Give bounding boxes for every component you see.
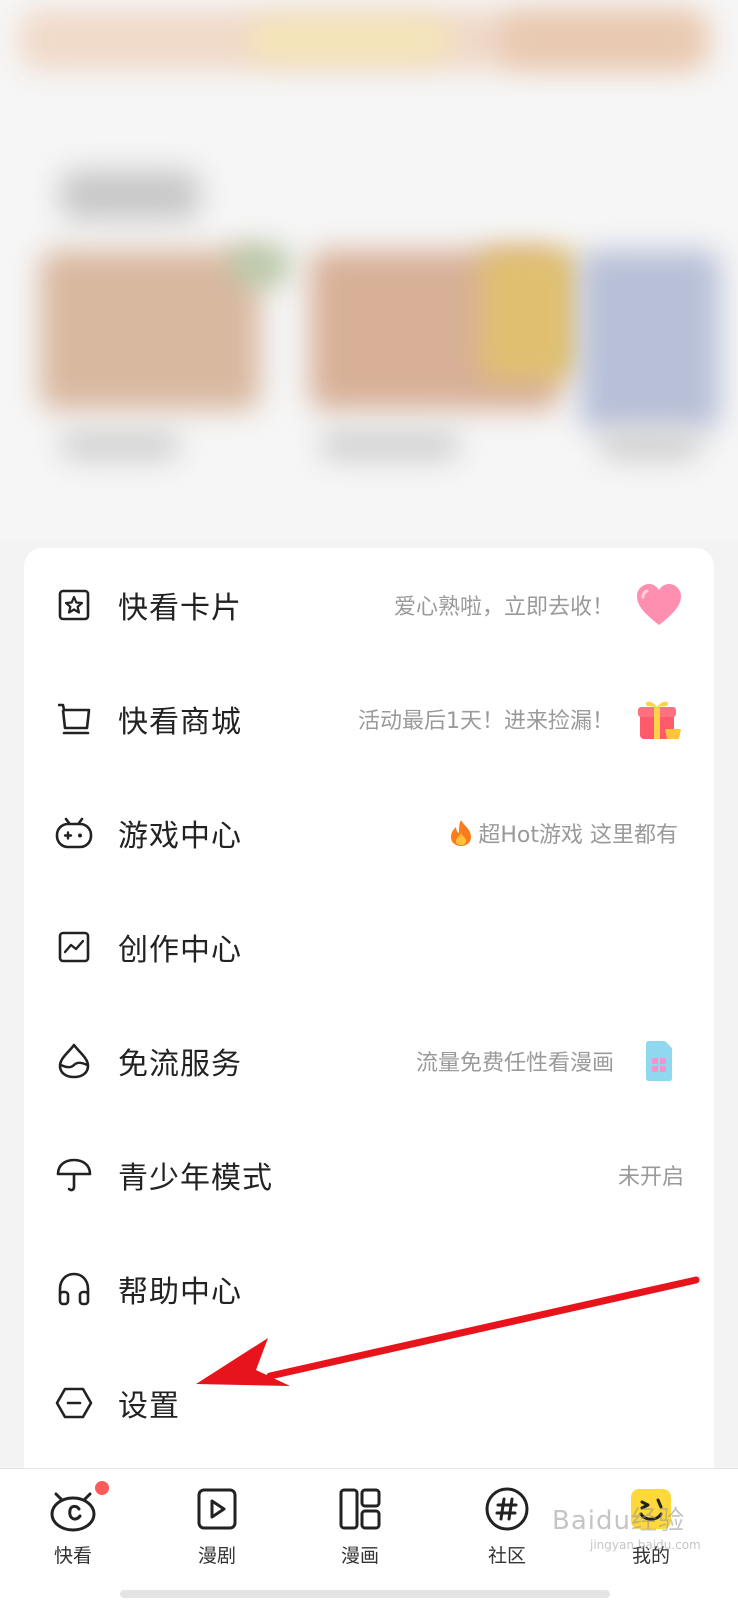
menu-item-label: 游戏中心 xyxy=(118,819,242,854)
menu-item-kuaikan-card[interactable]: 快看卡片 爱心熟啦，立即去收！ xyxy=(24,548,714,662)
tab-kuaikan[interactable]: 快看 xyxy=(18,1469,128,1574)
card-star-icon xyxy=(54,585,94,625)
menu-item-label: 青少年模式 xyxy=(118,1161,273,1196)
menu-card: 快看卡片 爱心熟啦，立即去收！ 快看商城 活动最后1天！进来捡漏！ 游戏中心 超… xyxy=(24,548,714,1468)
play-icon xyxy=(191,1483,243,1535)
menu-item-free-data[interactable]: 免流服务 流量免费任性看漫画 xyxy=(24,1004,714,1118)
tab-label: 漫剧 xyxy=(197,1545,236,1567)
tab-label: 漫画 xyxy=(340,1545,379,1567)
menu-item-youth-mode[interactable]: 青少年模式 未开启 xyxy=(24,1118,714,1232)
tab-label: 快看 xyxy=(53,1545,92,1567)
menu-item-label: 帮助中心 xyxy=(118,1275,242,1310)
menu-item-label: 快看商城 xyxy=(118,705,242,740)
gamepad-icon xyxy=(54,813,94,853)
menu-item-hint: 活动最后1天！进来捡漏！ xyxy=(358,709,614,734)
menu-item-hint-text: 超Hot游戏 这里都有 xyxy=(478,823,678,848)
menu-item-kuaikan-mall[interactable]: 快看商城 活动最后1天！进来捡漏！ xyxy=(24,662,714,776)
gift-icon xyxy=(634,694,684,744)
tab-comics[interactable]: 漫画 xyxy=(305,1469,415,1574)
hashtag-icon xyxy=(481,1483,533,1535)
sim-card-icon xyxy=(634,1036,684,1086)
tab-manju[interactable]: 漫剧 xyxy=(162,1469,272,1574)
settings-hexagon-icon xyxy=(54,1383,94,1423)
fire-icon xyxy=(451,820,472,846)
menu-item-label: 设置 xyxy=(118,1389,180,1424)
menu-item-label: 免流服务 xyxy=(118,1047,242,1082)
watermark: Baidu经验 xyxy=(552,1506,685,1536)
menu-item-hint: 流量免费任性看漫画 xyxy=(415,1051,614,1076)
watermark-url: jingyan.baidu.com xyxy=(590,1538,701,1552)
water-drop-icon xyxy=(54,1041,94,1081)
menu-item-settings[interactable]: 设置 xyxy=(24,1346,714,1460)
menu-item-hint: 爱心熟啦，立即去收！ xyxy=(393,595,614,620)
menu-item-label: 快看卡片 xyxy=(118,591,242,626)
menu-item-hint: 超Hot游戏 这里都有 xyxy=(450,817,678,849)
kuaikan-icon xyxy=(47,1481,109,1535)
menu-item-help-center[interactable]: 帮助中心 xyxy=(24,1232,714,1346)
notification-dot xyxy=(95,1481,109,1495)
tab-label: 社区 xyxy=(487,1545,526,1567)
chart-icon xyxy=(54,927,94,967)
menu-item-game-center[interactable]: 游戏中心 超Hot游戏 这里都有 xyxy=(24,776,714,890)
menu-item-label: 创作中心 xyxy=(118,933,242,968)
blurred-content-area xyxy=(0,0,738,540)
menu-item-hint: 未开启 xyxy=(617,1165,684,1190)
umbrella-icon xyxy=(54,1155,94,1195)
heart-icon xyxy=(634,580,684,630)
menu-item-creator-center[interactable]: 创作中心 xyxy=(24,890,714,1004)
cart-icon xyxy=(54,699,94,739)
tab-community[interactable]: 社区 xyxy=(452,1469,562,1574)
headphones-icon xyxy=(54,1269,94,1309)
comic-grid-icon xyxy=(334,1483,386,1535)
home-indicator xyxy=(120,1590,610,1598)
